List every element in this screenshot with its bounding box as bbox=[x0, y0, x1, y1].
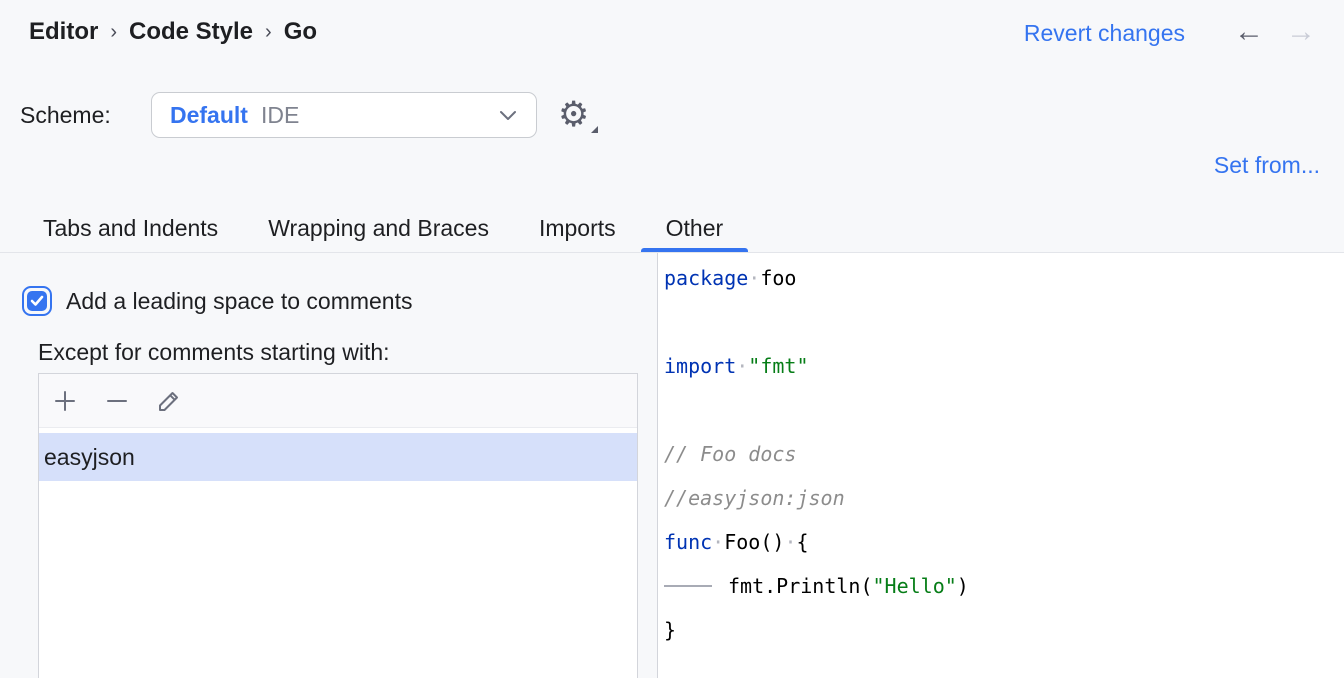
tab-wrapping-and-braces[interactable]: Wrapping and Braces bbox=[243, 204, 514, 252]
code-line bbox=[664, 388, 1344, 432]
tab-imports[interactable]: Imports bbox=[514, 204, 641, 252]
set-from-link[interactable]: Set from... bbox=[1214, 150, 1320, 180]
code-segment-keyword: package bbox=[664, 266, 748, 290]
code-segment-plain: ) bbox=[957, 574, 969, 598]
code-segment-comment: //easyjson:json bbox=[664, 486, 845, 510]
add-button[interactable] bbox=[51, 387, 79, 415]
code-segment-ws: · bbox=[712, 530, 724, 554]
tabs: Tabs and IndentsWrapping and BracesImpor… bbox=[18, 204, 748, 252]
code-segment-keyword: func bbox=[664, 530, 712, 554]
code-line: //easyjson:json bbox=[664, 476, 1344, 520]
edit-pencil-button[interactable] bbox=[155, 387, 183, 415]
code-segment-plain: { bbox=[796, 530, 808, 554]
except-comments-label: Except for comments starting with: bbox=[38, 338, 390, 366]
scheme-value-primary: Default bbox=[170, 102, 248, 129]
back-arrow-icon[interactable]: ← bbox=[1234, 14, 1264, 50]
tab-other[interactable]: Other bbox=[641, 204, 749, 252]
breadcrumb-item[interactable]: Go bbox=[284, 15, 317, 49]
code-segment-plain: Foo() bbox=[724, 530, 784, 554]
code-segment-comment: // Foo docs bbox=[664, 442, 796, 466]
code-segment-ws: · bbox=[748, 266, 760, 290]
exceptions-toolbar bbox=[39, 374, 637, 428]
chevron-down-icon bbox=[498, 109, 518, 121]
scheme-actions-button[interactable]: ⚙ bbox=[558, 93, 600, 137]
revert-changes-link[interactable]: Revert changes bbox=[1024, 18, 1185, 48]
list-item[interactable]: easyjson bbox=[39, 433, 637, 481]
code-segment-tab bbox=[664, 564, 712, 608]
breadcrumb-separator: › bbox=[265, 14, 272, 49]
breadcrumb-item[interactable]: Code Style bbox=[129, 15, 253, 49]
code-segment-plain: foo bbox=[760, 266, 796, 290]
code-line: } bbox=[664, 608, 1344, 652]
code-preview-panel: package·fooimport·"fmt"// Foo docs//easy… bbox=[658, 253, 1344, 678]
scheme-value-secondary: IDE bbox=[261, 102, 299, 129]
tab-tabs-and-indents[interactable]: Tabs and Indents bbox=[18, 204, 243, 252]
code-line: import·"fmt" bbox=[664, 344, 1344, 388]
leading-space-checkbox-label: Add a leading space to comments bbox=[66, 286, 412, 316]
gear-icon: ⚙ bbox=[558, 95, 589, 135]
settings-page: Editor›Code Style›Go Revert changes ← → … bbox=[0, 0, 1344, 678]
code-line: package·foo bbox=[664, 256, 1344, 300]
code-segment-plain: } bbox=[664, 618, 676, 642]
code-line: fmt.Println("Hello") bbox=[664, 564, 1344, 608]
scheme-dropdown[interactable]: Default IDE bbox=[151, 92, 537, 138]
code-segment-plain: fmt.Println( bbox=[728, 574, 873, 598]
code-segment-keyword: import bbox=[664, 354, 736, 378]
scheme-label: Scheme: bbox=[20, 100, 111, 130]
leading-space-checkbox-row[interactable]: Add a leading space to comments bbox=[22, 286, 412, 316]
code-line: func·Foo()·{ bbox=[664, 520, 1344, 564]
checkbox-checked-icon[interactable] bbox=[22, 286, 52, 316]
breadcrumb: Editor › Code Style › Go bbox=[29, 14, 317, 49]
breadcrumb-separator: › bbox=[110, 14, 117, 49]
exceptions-list: easyjson bbox=[39, 428, 637, 481]
code-segment-ws: · bbox=[784, 530, 796, 554]
remove-button[interactable] bbox=[103, 387, 131, 415]
code-segment-ws: · bbox=[736, 354, 748, 378]
code-line bbox=[664, 300, 1344, 344]
code-segment-string: "fmt" bbox=[748, 354, 808, 378]
code-line: // Foo docs bbox=[664, 432, 1344, 476]
gear-dropdown-triangle-icon bbox=[591, 126, 598, 133]
code-segment-string: "Hello" bbox=[873, 574, 957, 598]
breadcrumb-item[interactable]: Editor bbox=[29, 15, 98, 49]
exceptions-list-box: easyjson bbox=[38, 373, 638, 678]
forward-arrow-icon[interactable]: → bbox=[1286, 14, 1316, 50]
